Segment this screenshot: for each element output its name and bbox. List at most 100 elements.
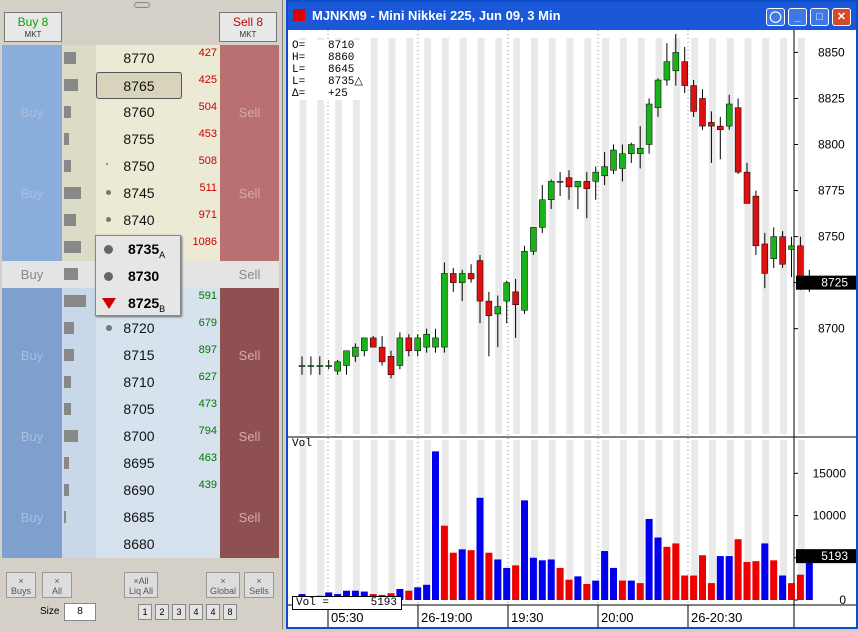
sell-cell[interactable]: Sell (220, 504, 279, 531)
cancel-buys-button[interactable]: × Buys (6, 572, 36, 598)
buy-cell[interactable] (2, 72, 62, 99)
price-cell[interactable]: 8695 (96, 450, 182, 477)
price-cell[interactable]: 8770 (96, 45, 182, 72)
minimize-button[interactable]: _ (788, 8, 807, 26)
buy-cell[interactable]: Buy (2, 180, 62, 207)
buy-cell[interactable] (2, 153, 62, 180)
ohlc-label: Δ= (292, 88, 306, 100)
quantity-button[interactable]: 4 (206, 604, 220, 620)
liq-all-top-label: All (138, 576, 149, 586)
sell-cell[interactable] (220, 72, 279, 99)
x-icon: × (256, 576, 262, 586)
cancel-sells-button[interactable]: × Sells (244, 572, 274, 598)
buy-cell[interactable]: Buy (2, 423, 62, 450)
buy-cell[interactable] (2, 315, 62, 342)
buy-cell[interactable] (2, 288, 62, 315)
candle-body (334, 361, 341, 372)
price-cell[interactable]: 8760 (96, 99, 182, 126)
drag-grip-handle[interactable] (0, 0, 283, 10)
buy-cell[interactable]: Buy (2, 99, 62, 126)
candle-body (512, 291, 519, 306)
sell-cell[interactable] (220, 315, 279, 342)
time-tick-label: 20:00 (601, 610, 634, 625)
sell-cell[interactable] (220, 153, 279, 180)
time-tick-label: 19:30 (511, 610, 544, 625)
candle-body (672, 52, 680, 72)
sell-cell[interactable] (220, 477, 279, 504)
price-cell[interactable]: 8715 (96, 342, 182, 369)
price-cell[interactable]: 8705 (96, 396, 182, 423)
price-cell[interactable]: 8710 (96, 369, 182, 396)
candle-body (797, 245, 804, 280)
sell-market-button[interactable]: Sell 8 MKT (219, 12, 277, 42)
buy-cell[interactable]: Buy (2, 342, 62, 369)
sell-cell[interactable] (220, 531, 279, 558)
volume-profile-cell (62, 207, 96, 234)
sell-cell[interactable] (220, 207, 279, 234)
price-cell[interactable]: 8755 (96, 126, 182, 153)
candle-body (734, 107, 742, 173)
candle-body (779, 236, 786, 265)
volume-profile-bar (64, 322, 74, 334)
sell-cell[interactable]: Sell (220, 423, 279, 450)
volume-bar (556, 567, 564, 600)
title-bar[interactable]: MJNKM9 - Mini Nikkei 225, Jun 09, 3 Min … (288, 2, 856, 30)
sell-cell[interactable] (220, 126, 279, 153)
cancel-global-button[interactable]: × Global (206, 572, 240, 598)
sell-cell[interactable] (220, 450, 279, 477)
sell-cell[interactable]: Sell (220, 99, 279, 126)
size-input[interactable]: 8 (64, 603, 96, 621)
chart-svg[interactable]: 8850882588008775875087258700150001000050… (288, 30, 858, 627)
link-icon[interactable]: ◯ (766, 8, 785, 26)
price-cell[interactable]: 8680 (96, 531, 182, 558)
price-cell[interactable]: 8685 (96, 504, 182, 531)
quantity-button[interactable]: 3 (172, 604, 186, 620)
volume-bar (796, 574, 804, 600)
buy-cell[interactable] (2, 126, 62, 153)
quantity-button[interactable]: 4 (189, 604, 203, 620)
sell-cell[interactable]: Sell (220, 261, 279, 288)
buy-cell[interactable]: Buy (2, 504, 62, 531)
buy-cell[interactable] (2, 45, 62, 72)
volume-bar (788, 583, 795, 600)
volume-readout-value: 5193 (370, 597, 397, 609)
sell-cell[interactable] (220, 369, 279, 396)
liquidate-all-button[interactable]: ×All Liq All (124, 572, 158, 598)
buy-cell[interactable] (2, 477, 62, 504)
cancel-all-button[interactable]: × All (42, 572, 72, 598)
time-stripe (708, 38, 716, 434)
volume-profile-cell (62, 531, 96, 558)
close-button[interactable]: ✕ (832, 8, 851, 26)
time-stripe (619, 440, 627, 600)
sell-cell[interactable] (220, 288, 279, 315)
sell-cell[interactable] (220, 396, 279, 423)
popup-price-row[interactable]: 8730 (96, 263, 180, 290)
buy-cell[interactable]: Buy (2, 261, 62, 288)
buy-cell[interactable] (2, 234, 62, 261)
buy-cell[interactable] (2, 396, 62, 423)
buy-cell[interactable] (2, 531, 62, 558)
popup-price-row[interactable]: 8725B (96, 290, 180, 317)
quantity-button[interactable]: 8 (223, 604, 237, 620)
price-cell[interactable]: 8750 (96, 153, 182, 180)
buy-cell[interactable] (2, 450, 62, 477)
buy-market-label: Buy 8 (17, 15, 49, 29)
price-cell[interactable]: 8700 (96, 423, 182, 450)
quantity-button[interactable]: 1 (138, 604, 152, 620)
sell-cell[interactable] (220, 45, 279, 72)
buy-cell[interactable] (2, 369, 62, 396)
price-cell[interactable]: 8690 (96, 477, 182, 504)
popup-price-row[interactable]: 8735A (96, 236, 180, 263)
sell-cell[interactable] (220, 234, 279, 261)
volume-profile-cell (62, 153, 96, 180)
candle-body (610, 149, 617, 171)
price-cell[interactable]: 8765 (96, 72, 182, 99)
maximize-button[interactable]: □ (810, 8, 829, 26)
sell-cell[interactable]: Sell (220, 342, 279, 369)
buy-cell[interactable] (2, 207, 62, 234)
chart-area[interactable]: 8850882588008775875087258700150001000050… (288, 30, 858, 627)
quantity-button[interactable]: 2 (155, 604, 169, 620)
buy-market-button[interactable]: Buy 8 MKT (4, 12, 62, 42)
sell-cell[interactable]: Sell (220, 180, 279, 207)
volume-bar (476, 497, 484, 600)
